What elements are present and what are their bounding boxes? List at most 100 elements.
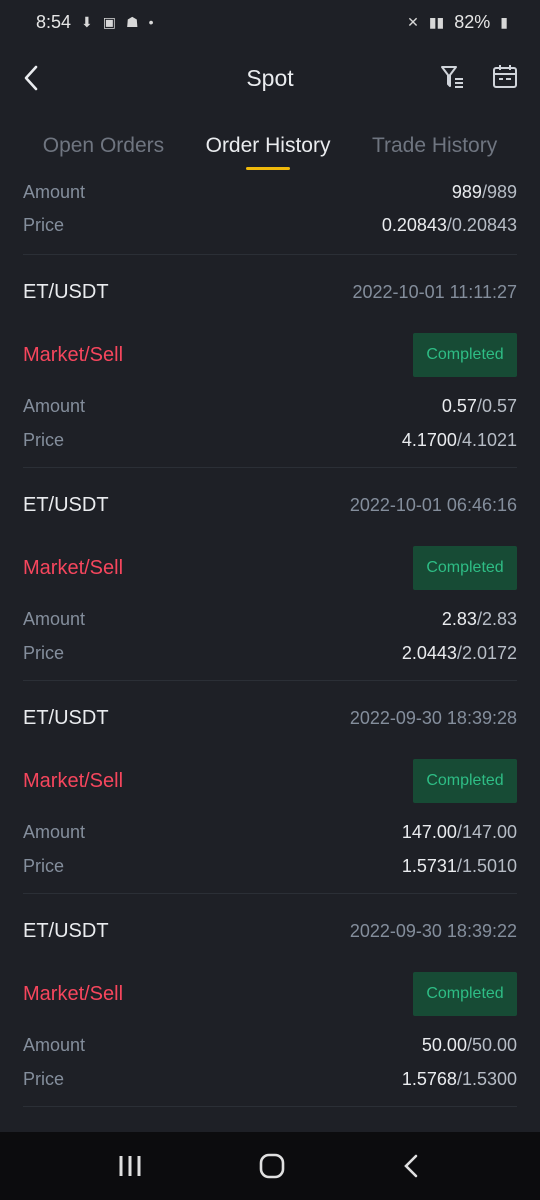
price-row: Price 0.20843/0.20843 — [0, 208, 540, 242]
price-row: Price 4.1700/4.1021 — [0, 423, 540, 457]
order-card[interactable]: ET/USDT 2022-10-01 06:46:16 Market/Sell … — [0, 468, 540, 681]
system-nav-bar — [0, 1132, 540, 1200]
order-type-row: Market/Sell Completed — [0, 329, 540, 381]
trading-pair: ET/USDT — [23, 280, 109, 303]
amount-label: Amount — [23, 821, 86, 842]
amount-label: Amount — [23, 395, 86, 416]
amount-label: Amount — [23, 608, 86, 629]
tab-label: Trade History — [371, 134, 498, 157]
order-header: ET/USDT 2022-10-01 11:11:27 — [0, 255, 540, 329]
active-tab-indicator — [246, 167, 291, 170]
price-value: 4.1700/4.1021 — [402, 430, 517, 451]
tab-trade-history[interactable]: Trade History — [372, 126, 497, 172]
order-header: ET/USDT 2022-10-01 06:46:16 — [0, 468, 540, 542]
amount-filled: 50.00 — [421, 1034, 467, 1055]
order-card[interactable]: ET/USDT 2022-10-01 11:11:27 Market/Sell … — [0, 255, 540, 468]
status-badge: Completed — [413, 546, 517, 590]
status-time: 8:54 — [36, 11, 72, 32]
price-value: 2.0443/2.0172 — [402, 643, 517, 664]
order-list[interactable]: Amount 989/989 Price 0.20843/0.20843 ET/… — [0, 176, 540, 1132]
amount-total: /2.83 — [476, 608, 517, 629]
tab-label: Open Orders — [42, 134, 165, 157]
tab-order-history[interactable]: Order History — [205, 126, 331, 172]
signal-icon: ▮▮ — [428, 13, 445, 30]
amount-filled: 0.57 — [441, 395, 477, 416]
amount-value: 147.00/147.00 — [402, 822, 517, 843]
order-side: Market/Sell — [23, 556, 124, 579]
order-datetime: 2022-09-30 18:39:22 — [349, 920, 517, 941]
price-filled: 0.20843 — [381, 214, 447, 235]
amount-label: Amount — [23, 1034, 86, 1055]
amount-filled: 147.00 — [401, 821, 457, 842]
trading-pair: ET/USDT — [23, 706, 109, 729]
price-value: 0.20843/0.20843 — [382, 215, 517, 236]
amount-row: Amount 50.00/50.00 — [0, 1028, 540, 1062]
order-side: Market/Sell — [23, 769, 124, 792]
amount-value: 2.83/2.83 — [442, 609, 517, 630]
amount-total: /147.00 — [456, 821, 517, 842]
amount-value: 50.00/50.00 — [422, 1035, 517, 1056]
status-right: ✕ ▮▮ 82% ▮ — [407, 12, 508, 33]
mute-icon: ✕ — [407, 13, 419, 30]
tab-open-orders[interactable]: Open Orders — [43, 126, 164, 172]
calendar-icon[interactable] — [492, 64, 518, 90]
download-icon: ⬇ — [81, 13, 93, 30]
filter-icon[interactable] — [440, 64, 466, 90]
price-filled: 1.5768 — [401, 1068, 457, 1089]
price-row: Price 1.5768/1.5300 — [0, 1062, 540, 1096]
amount-total: /989 — [481, 181, 517, 202]
price-row: Price 2.0443/2.0172 — [0, 636, 540, 670]
amount-row: Amount 989/989 — [0, 176, 540, 208]
price-label: Price — [23, 429, 65, 450]
order-side: Market/Sell — [23, 982, 124, 1005]
order-datetime: 2022-10-01 06:46:16 — [349, 494, 517, 515]
battery-icon: ▮ — [500, 13, 508, 30]
price-filled: 2.0443 — [401, 642, 457, 663]
price-label: Price — [23, 1068, 65, 1089]
snapchat-icon: ☗ — [126, 13, 139, 30]
tab-label: Order History — [205, 134, 331, 157]
amount-filled: 2.83 — [441, 608, 477, 629]
order-card[interactable]: ET/USDT 2022-09-30 18:39:28 Market/Sell … — [0, 681, 540, 894]
status-badge: Completed — [413, 759, 517, 803]
battery-level: 82% — [454, 11, 491, 32]
order-details: Amount 50.00/50.00 Price 1.5768/1.5300 — [0, 1020, 540, 1096]
price-label: Price — [23, 855, 65, 876]
nav-back-icon[interactable] — [400, 1152, 424, 1180]
trading-pair: ET/USDT — [23, 919, 109, 942]
order-details: Amount 2.83/2.83 Price 2.0443/2.0172 — [0, 594, 540, 670]
price-label: Price — [23, 642, 65, 663]
divider — [23, 1106, 517, 1107]
order-type-row: Market/Sell Completed — [0, 542, 540, 594]
dot-icon: • — [148, 14, 154, 30]
amount-value: 0.57/0.57 — [442, 396, 517, 417]
order-details: Amount 0.57/0.57 Price 4.1700/4.1021 — [0, 381, 540, 457]
header: Spot — [0, 50, 540, 106]
amount-row: Amount 2.83/2.83 — [0, 602, 540, 636]
order-header: ET/USDT 2022-09-30 18:39:28 — [0, 681, 540, 755]
page-title: Spot — [246, 64, 294, 91]
amount-filled: 989 — [451, 181, 482, 202]
home-icon[interactable] — [257, 1151, 287, 1181]
amount-label: Amount — [23, 181, 86, 202]
price-filled: 1.5731 — [401, 855, 457, 876]
amount-total: /0.57 — [476, 395, 517, 416]
amount-row: Amount 147.00/147.00 — [0, 815, 540, 849]
order-card[interactable]: ET/USDT 2022-09-30 18:39:22 Market/Sell … — [0, 894, 540, 1107]
price-row: Price 1.5731/1.5010 — [0, 849, 540, 883]
back-arrow-icon[interactable] — [18, 62, 46, 94]
order-datetime: 2022-09-30 18:39:28 — [349, 707, 517, 728]
order-side: Market/Sell — [23, 343, 124, 366]
amount-total: /50.00 — [466, 1034, 517, 1055]
status-badge: Completed — [413, 972, 517, 1016]
status-left: 8:54 ⬇ ▣ ☗ • — [36, 12, 153, 33]
price-value: 1.5731/1.5010 — [402, 856, 517, 877]
price-label: Price — [23, 214, 65, 235]
header-actions — [440, 64, 518, 90]
price-avg: /2.0172 — [456, 642, 517, 663]
order-header: ET/USDT 2022-09-30 18:39:22 — [0, 894, 540, 968]
price-avg: /4.1021 — [456, 429, 517, 450]
recents-icon[interactable] — [116, 1153, 144, 1179]
order-type-row: Market/Sell Completed — [0, 755, 540, 807]
price-filled: 4.1700 — [401, 429, 457, 450]
